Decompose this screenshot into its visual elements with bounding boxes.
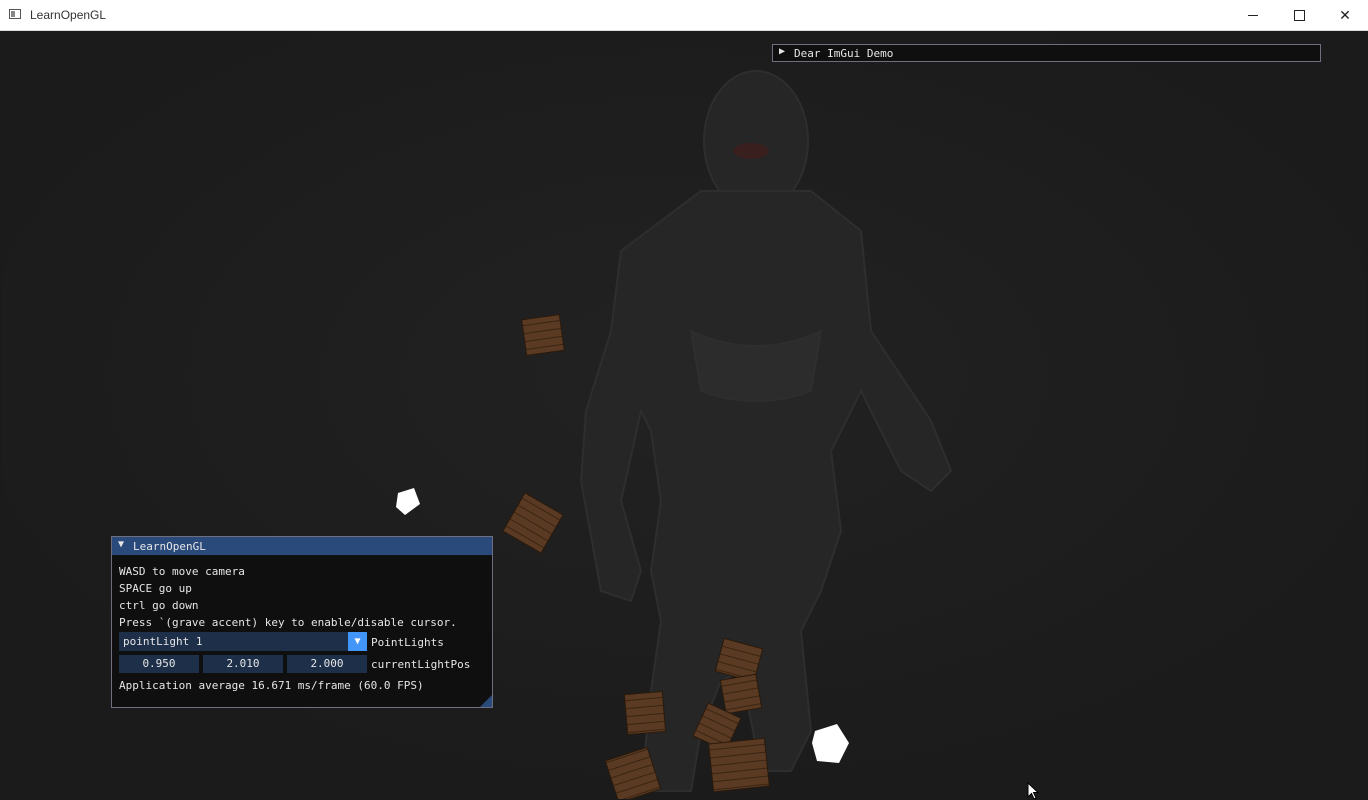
panel-title: LearnOpenGL: [133, 540, 206, 553]
imgui-demo-window-collapsed[interactable]: ▶ Dear ImGui Demo: [772, 44, 1321, 62]
resize-grip[interactable]: [480, 695, 492, 707]
window-titlebar[interactable]: LearnOpenGL ✕: [0, 0, 1368, 31]
close-icon: ✕: [1339, 6, 1351, 23]
combo-label: PointLights: [371, 636, 444, 649]
fps-text: Application average 16.671 ms/frame (60.…: [119, 679, 424, 692]
minimize-icon: [1248, 14, 1258, 16]
helmet-visor: [733, 143, 769, 159]
triangle-right-icon[interactable]: ▶: [779, 46, 785, 57]
maximize-icon: [1293, 9, 1305, 21]
wooden-crate: [719, 673, 763, 715]
window-title: LearnOpenGL: [30, 8, 107, 22]
light-pos-x-field[interactable]: 0.950: [119, 655, 199, 673]
wooden-crate: [623, 690, 667, 736]
help-line-cursor: Press `(grave accent) key to enable/disa…: [119, 616, 457, 629]
wooden-crate: [708, 737, 770, 793]
help-line-camera: WASD to move camera: [119, 565, 245, 578]
mouse-cursor-icon: [1027, 782, 1040, 800]
maximize-button[interactable]: [1276, 0, 1322, 30]
light-pos-z-field[interactable]: 2.000: [287, 655, 367, 673]
demo-window-title: Dear ImGui Demo: [794, 47, 894, 60]
help-line-down: ctrl go down: [119, 599, 199, 612]
wooden-crate: [521, 313, 565, 357]
light-pos-label: currentLightPos: [371, 658, 471, 671]
panel-titlebar[interactable]: ▼ LearnOpenGL: [112, 537, 492, 555]
triangle-down-icon[interactable]: ▼: [118, 539, 124, 550]
app-window-icon: [9, 9, 21, 19]
minimize-button[interactable]: [1230, 0, 1276, 30]
learnopengl-panel[interactable]: ▼ LearnOpenGL WASD to move camera SPACE …: [111, 536, 493, 708]
combo-value: pointLight 1: [123, 635, 203, 648]
chevron-down-icon[interactable]: ▼: [348, 632, 367, 651]
pointlight-combo[interactable]: pointLight 1 ▼: [119, 632, 367, 651]
close-button[interactable]: ✕: [1322, 0, 1368, 30]
help-line-up: SPACE go up: [119, 582, 192, 595]
light-pos-y-field[interactable]: 2.010: [203, 655, 283, 673]
